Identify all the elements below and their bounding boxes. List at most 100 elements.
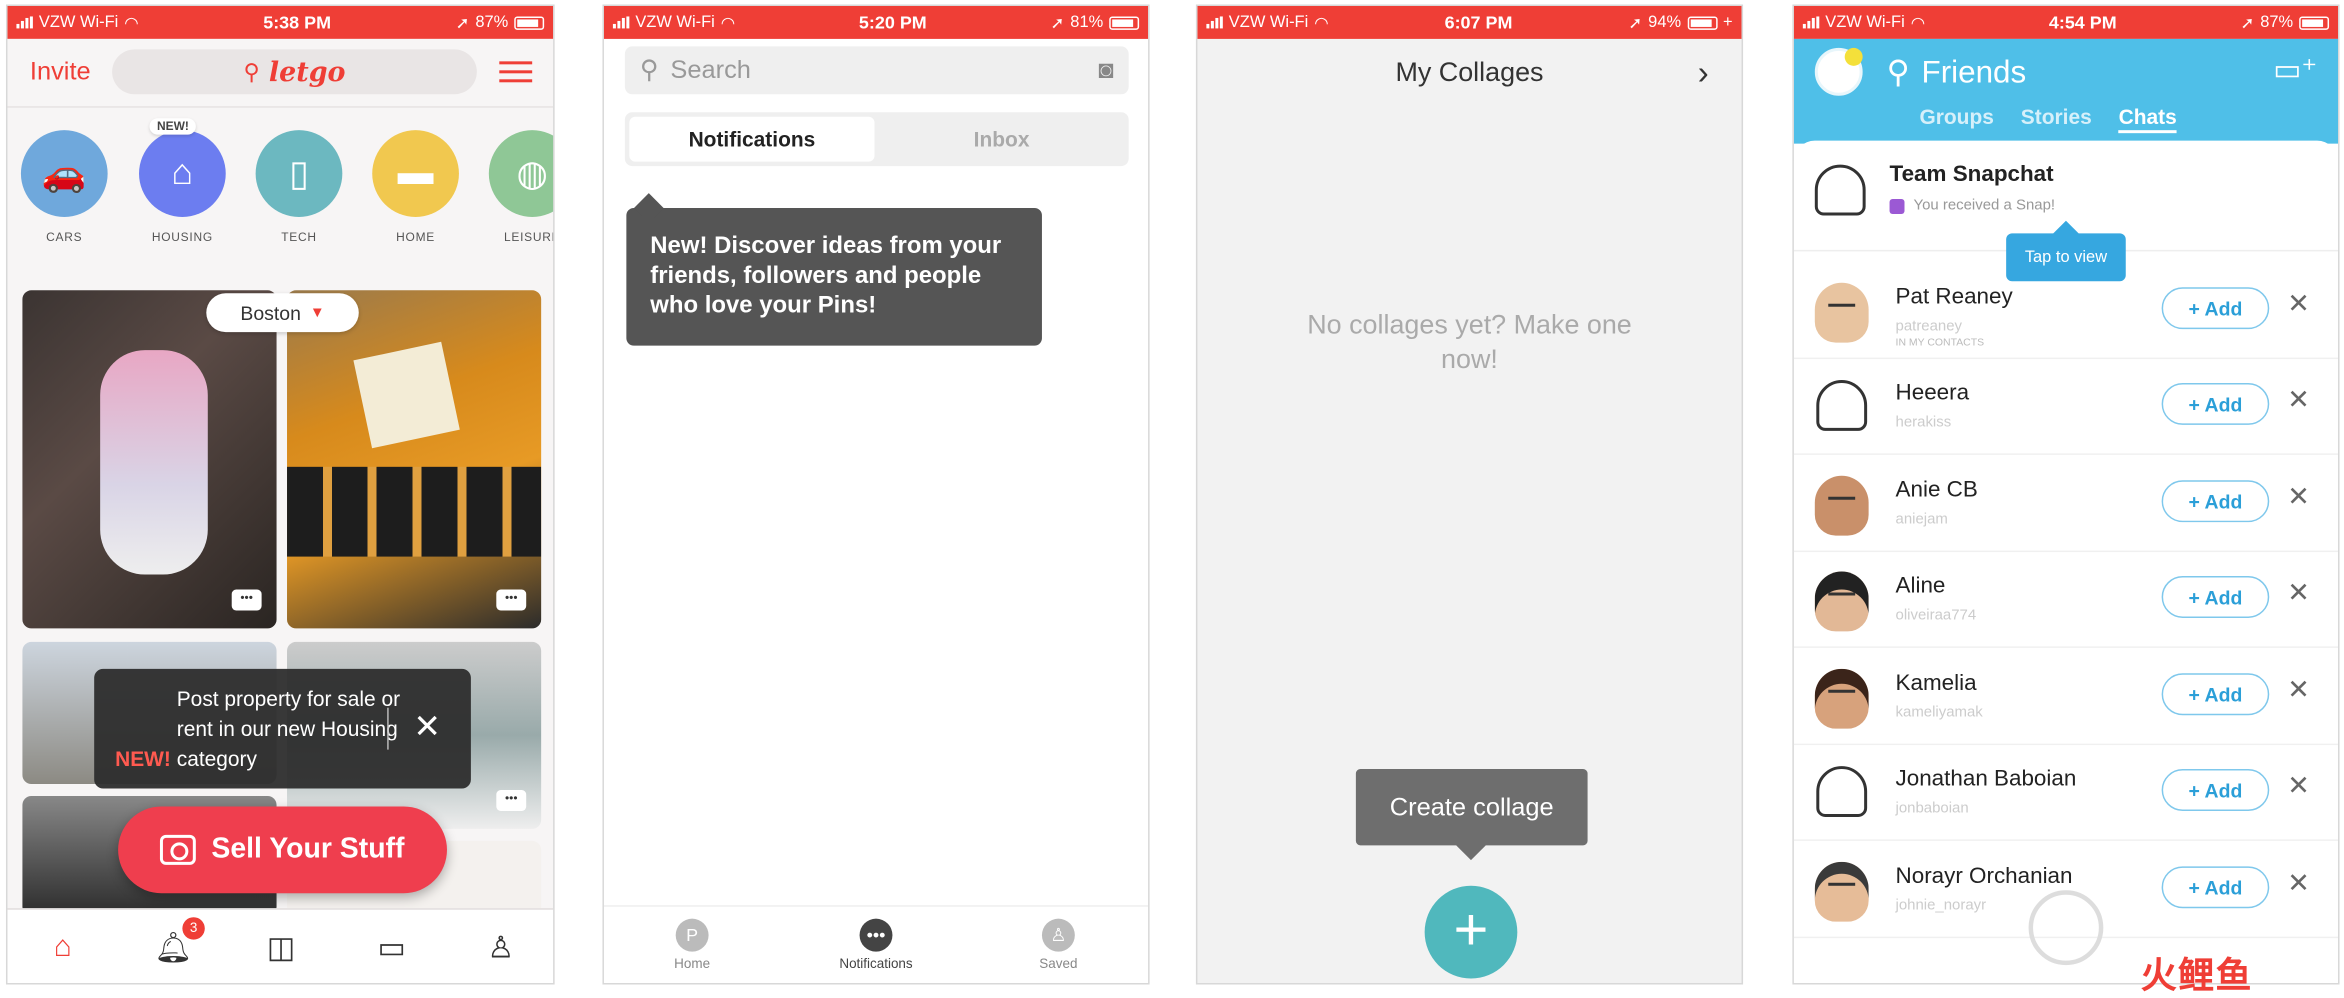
new-chat-icon[interactable]: ▭⁺ — [2273, 51, 2317, 88]
status-bar: VZW Wi-Fi ◠ 5:38 PM ➚ 87% — [7, 5, 554, 39]
housing-tooltip: NEW! Post property for sale or rent in o… — [94, 668, 471, 789]
status-bar: VZW Wi-Fi ◠ 6:07 PM ➚ 94% + — [1197, 5, 1742, 39]
close-icon[interactable]: ✕ — [2287, 675, 2310, 706]
carrier-label: VZW Wi-Fi — [38, 13, 119, 32]
snapchat-screen: VZW Wi-Fi ◠ 4:54 PM ➚ 87% ⚲ Friends ▭⁺ Gro… — [1792, 4, 2340, 985]
friend-username: herakiss — [1895, 414, 1952, 431]
create-collage-button[interactable]: + — [1424, 885, 1518, 979]
close-icon[interactable]: ✕ — [2287, 771, 2310, 802]
add-friend-button[interactable]: + Add — [2161, 287, 2270, 330]
avatar[interactable] — [1814, 47, 1863, 96]
search-icon: ⚲ — [1886, 55, 1910, 90]
category-cars[interactable]: 🚗 CARS — [19, 130, 109, 244]
tab-chats[interactable]: Chats — [2118, 105, 2177, 134]
pinterest-screen: VZW Wi-Fi ◠ 5:20 PM ➚ 81% ⚲ Search ◙ Notif… — [602, 4, 1150, 985]
camera-icon[interactable]: ◙ — [1098, 55, 1113, 85]
search-placeholder: Search — [670, 55, 751, 84]
friend-row[interactable]: Aline oliveiraa774 + Add ✕ — [1793, 552, 2339, 648]
close-icon[interactable]: ✕ — [2287, 578, 2310, 609]
friend-name: Anie CB — [1895, 477, 1978, 503]
sofa-icon: ▬ — [372, 130, 459, 217]
tab-bar: Groups Stories Chats — [1919, 105, 2177, 134]
friend-row[interactable]: Pat Reaney patreaney IN MY CONTACTS + Ad… — [1793, 263, 2339, 360]
friend-row[interactable]: Anie CB aniejam + Add ✕ — [1793, 456, 2339, 553]
add-friend-button[interactable]: + Add — [2161, 480, 2270, 523]
home-icon[interactable]: ⌂ — [40, 926, 85, 968]
friend-name: Jonathan Baboian — [1895, 766, 2077, 792]
friend-username: oliveiraa774 — [1895, 607, 1977, 624]
sell-button[interactable]: Sell Your Stuff — [118, 806, 447, 894]
friends-search[interactable]: ⚲ Friends — [1887, 54, 2027, 91]
tab-inbox[interactable]: Inbox — [879, 117, 1124, 162]
search-bar[interactable]: ⚲ letgo — [112, 49, 477, 95]
carrier-label: VZW Wi-Fi — [1825, 13, 1905, 32]
pinterest-icon: P — [675, 918, 709, 952]
category-housing[interactable]: NEW! ⌂ HOUSING — [138, 118, 228, 244]
clock: 6:07 PM — [1444, 11, 1513, 33]
category-tech[interactable]: ▯ TECH — [254, 130, 344, 244]
friend-username: jonbaboian — [1895, 800, 1969, 817]
location-icon: ➚ — [455, 14, 470, 33]
create-collage-tooltip: Create collage — [1355, 769, 1588, 846]
search-input[interactable]: ⚲ Search ◙ — [624, 46, 1129, 95]
add-friend-button[interactable]: + Add — [2161, 576, 2270, 618]
carrier-label: VZW Wi-Fi — [1228, 13, 1309, 32]
camera-icon[interactable]: ◫ — [259, 926, 304, 968]
close-icon[interactable]: ✕ — [2287, 289, 2310, 320]
tab-notifications[interactable]: Notifications — [629, 116, 875, 162]
snapchat-header: ⚲ Friends ▭⁺ Groups Stories Chats — [1793, 38, 2339, 144]
battery-percent: 81% — [1070, 13, 1104, 32]
add-friend-button[interactable]: + Add — [2161, 673, 2270, 716]
friend-row[interactable]: Heeera herakiss + Add ✕ — [1793, 359, 2339, 455]
bitmoji-avatar — [1814, 282, 1869, 343]
location-selector[interactable]: Boston ▼ — [206, 293, 359, 333]
friend-name: Pat Reaney — [1895, 284, 2013, 310]
friend-username: johnie_norayr — [1895, 897, 1987, 915]
empty-state-text: No collages yet? Make one now! — [1307, 309, 1632, 375]
close-icon[interactable]: ✕ — [2287, 868, 2310, 899]
notification-badge: 3 — [182, 917, 205, 940]
search-icon: ⚲ — [243, 58, 260, 86]
watermark: 火鲤鱼 — [2140, 956, 2253, 997]
tab-stories[interactable]: Stories — [2021, 105, 2092, 133]
tab-groups[interactable]: Groups — [1919, 105, 1993, 133]
chevron-down-icon: ▼ — [309, 304, 325, 321]
category-home[interactable]: ▬ HOME — [371, 130, 461, 244]
friend-name: Kamelia — [1895, 670, 1977, 696]
add-friend-button[interactable]: + Add — [2161, 769, 2270, 811]
category-label: CARS — [46, 230, 83, 244]
category-leisure[interactable]: ◍ LEISURE — [487, 130, 554, 244]
nav-notifications[interactable]: ••• Notifications — [824, 918, 929, 971]
add-friend-button[interactable]: + Add — [2161, 866, 2270, 909]
toy-image — [100, 350, 208, 575]
bitmoji-avatar — [1814, 668, 1869, 729]
team-status-text: You received a Snap! — [1913, 197, 2056, 214]
battery-icon — [1109, 15, 1140, 30]
battery-percent: 94% — [1648, 13, 1682, 32]
friend-row[interactable]: Jonathan Baboian jonbaboian + Add ✕ — [1793, 745, 2339, 841]
close-icon[interactable]: ✕ — [413, 708, 441, 747]
listing-photo[interactable]: ••• — [287, 290, 542, 629]
chevron-right-icon[interactable]: › — [1698, 54, 1709, 93]
ghost-icon — [1816, 380, 1868, 431]
camera-capture-button[interactable] — [2028, 890, 2104, 966]
bitmoji-avatar — [1814, 861, 1869, 922]
nav-label: Home — [674, 956, 711, 972]
category-label: TECH — [281, 230, 317, 244]
add-friend-button[interactable]: + Add — [2161, 383, 2270, 425]
nav-home[interactable]: P Home — [640, 918, 745, 972]
clock: 5:38 PM — [263, 11, 332, 33]
bell-icon[interactable]: 🔔︎ 3 — [151, 917, 205, 968]
friend-row[interactable]: Kamelia kameliyamak + Add ✕ — [1793, 649, 2339, 746]
filter-icon[interactable] — [499, 57, 533, 87]
clock: 5:20 PM — [858, 11, 927, 33]
close-icon[interactable]: ✕ — [2287, 385, 2310, 416]
chat-icon[interactable]: ▭ — [369, 926, 414, 968]
profile-icon[interactable]: ♙ — [478, 926, 523, 968]
invite-button[interactable]: Invite — [30, 57, 91, 87]
bitmoji-avatar — [1814, 475, 1869, 536]
close-icon[interactable]: ✕ — [2287, 482, 2310, 513]
nav-saved[interactable]: ♙ Saved — [1006, 918, 1111, 972]
nav-label: Saved — [1039, 956, 1078, 972]
listing-photo[interactable]: ••• — [22, 290, 277, 629]
